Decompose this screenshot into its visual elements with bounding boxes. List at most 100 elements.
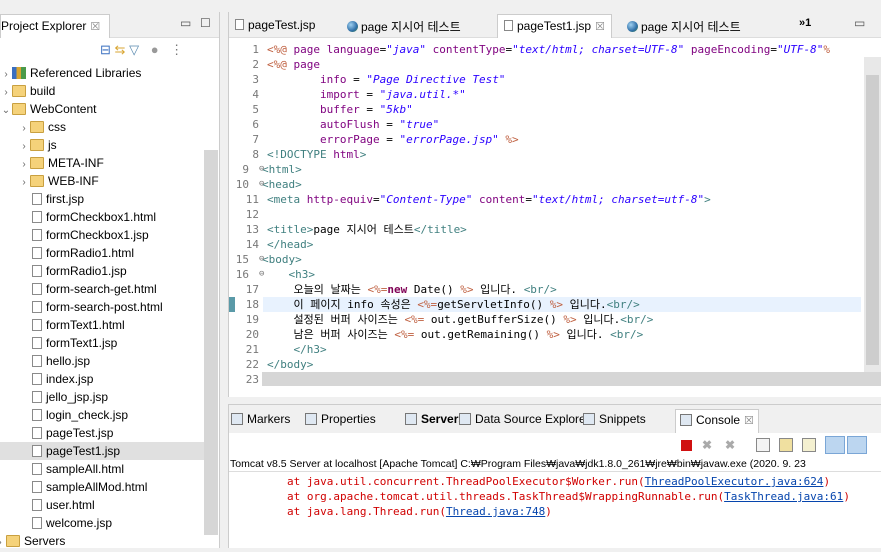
tree-item[interactable]: pageTest1.jsp bbox=[0, 442, 204, 460]
stack-trace-link[interactable]: Thread.java:748 bbox=[446, 505, 545, 518]
line-number: 1 bbox=[252, 43, 259, 56]
stack-trace-link[interactable]: ThreadPoolExecutor.java:624 bbox=[645, 475, 824, 488]
tab-overflow-button[interactable]: »1 bbox=[799, 17, 811, 29]
filter-icon[interactable]: ▽ bbox=[129, 42, 139, 57]
code-line: 20 남은 버퍼 사이즈는 <%= out.getRemaining() %> … bbox=[229, 327, 864, 342]
line-number: 13 bbox=[245, 223, 259, 236]
view-menu-icon[interactable]: ⋮ bbox=[170, 42, 183, 57]
console-line: at java.lang.Thread.run(Thread.java:748) bbox=[287, 504, 881, 519]
link-editor-icon[interactable]: ⇆ bbox=[115, 42, 126, 57]
tree-item[interactable]: formCheckbox1.jsp bbox=[0, 226, 204, 244]
stack-trace-link[interactable]: TaskThread.java:61 bbox=[724, 490, 843, 503]
tree-item[interactable]: › build bbox=[0, 82, 204, 100]
remove-all-icon[interactable]: ✖ bbox=[725, 438, 739, 452]
scroll-lock-icon[interactable] bbox=[779, 438, 793, 452]
code-text: <%@ page bbox=[263, 57, 861, 72]
tree-item[interactable]: sampleAllMod.html bbox=[0, 478, 204, 496]
tree-item[interactable]: formRadio1.html bbox=[0, 244, 204, 262]
tree-item[interactable]: formCheckbox1.html bbox=[0, 208, 204, 226]
collapse-all-icon[interactable]: ⊟ bbox=[100, 42, 111, 57]
tree-item[interactable]: › js bbox=[0, 136, 204, 154]
editor-horizontal-scrollbar[interactable] bbox=[262, 372, 881, 386]
tree-item-label: first.jsp bbox=[46, 192, 85, 206]
code-text: 남은 버퍼 사이즈는 <%= out.getRemaining() %> 입니다… bbox=[263, 327, 861, 342]
show-on-stdout-icon[interactable] bbox=[825, 436, 845, 454]
tree-item[interactable]: login_check.jsp bbox=[0, 406, 204, 424]
tab-project-explorer[interactable]: Project Explorer ☒ bbox=[0, 14, 110, 38]
console-text: at org.apache.tomcat.util.threads.TaskTh… bbox=[287, 490, 725, 503]
code-token: = bbox=[525, 193, 532, 206]
tree-item[interactable]: ⌄ WebContent bbox=[0, 100, 204, 118]
close-icon[interactable]: ☒ bbox=[90, 21, 100, 33]
tree-item[interactable]: › META-INF bbox=[0, 154, 204, 172]
tree-item[interactable]: user.html bbox=[0, 496, 204, 514]
maximize-icon[interactable]: ☐ bbox=[200, 16, 211, 30]
minimize-icon[interactable]: ▭ bbox=[180, 16, 191, 30]
tab-label: Project Explorer bbox=[1, 19, 87, 33]
tab-snippets[interactable]: Snippets bbox=[583, 409, 646, 433]
close-icon[interactable]: ☒ bbox=[595, 21, 605, 33]
code-token: <br/> bbox=[606, 298, 640, 311]
fold-toggle-icon[interactable]: ⊖ bbox=[259, 252, 264, 267]
tree-item[interactable]: › Referenced Libraries bbox=[0, 64, 204, 82]
tab-markers[interactable]: Markers bbox=[231, 409, 290, 433]
editor-tab[interactable]: page 지시어 테스트 bbox=[341, 14, 467, 38]
line-number: 10 bbox=[235, 178, 249, 191]
tree-item-label: formCheckbox1.html bbox=[46, 210, 157, 224]
tree-item[interactable]: index.jsp bbox=[0, 370, 204, 388]
editor-tab[interactable]: page 지시어 테스트 bbox=[621, 14, 747, 38]
tree-item[interactable]: formText1.html bbox=[0, 316, 204, 334]
tree-item-label: formText1.html bbox=[46, 318, 125, 332]
code-token: </title> bbox=[413, 223, 467, 236]
code-token: errorPage bbox=[267, 133, 380, 146]
clear-console-icon[interactable] bbox=[756, 438, 770, 452]
folder-icon bbox=[30, 121, 44, 133]
console-output[interactable]: at java.util.concurrent.ThreadPoolExecut… bbox=[229, 472, 881, 519]
fold-toggle-icon[interactable]: ⊖ bbox=[259, 177, 264, 192]
editor-tab-bar: »1 ▭ pageTest.jsp page 지시어 테스트 pageTest1.j… bbox=[229, 12, 881, 38]
tree-item[interactable]: › css bbox=[0, 118, 204, 136]
line-number: 23 bbox=[245, 373, 259, 386]
tree-item[interactable]: sampleAll.html bbox=[0, 460, 204, 478]
tab-servers[interactable]: Servers bbox=[405, 409, 465, 433]
close-icon[interactable]: ☒ bbox=[744, 415, 754, 427]
minimize-icon[interactable]: ▭ bbox=[854, 16, 865, 30]
show-on-stderr-icon[interactable] bbox=[847, 436, 867, 454]
tree-item[interactable]: jello_jsp.jsp bbox=[0, 388, 204, 406]
tree-item[interactable]: pageTest.jsp bbox=[0, 424, 204, 442]
explorer-scrollbar[interactable] bbox=[204, 150, 218, 535]
tree-item[interactable]: first.jsp bbox=[0, 190, 204, 208]
tree-item[interactable]: formText1.jsp bbox=[0, 334, 204, 352]
code-text: import = "java.util.*" bbox=[263, 87, 861, 102]
fold-toggle-icon[interactable]: ⊖ bbox=[259, 162, 264, 177]
editor-tab[interactable]: pageTest1.jsp ☒ bbox=[497, 14, 612, 38]
file-icon bbox=[32, 265, 42, 277]
tree-item[interactable]: form-search-get.html bbox=[0, 280, 204, 298]
code-text: buffer = "5kb" bbox=[263, 102, 861, 117]
code-token: <%= bbox=[404, 313, 425, 326]
tree-item[interactable]: welcome.jsp bbox=[0, 514, 204, 532]
folder-icon bbox=[12, 103, 26, 115]
project-tree: › Referenced Libraries › build ⌄ WebContent › c… bbox=[0, 64, 204, 550]
fold-toggle-icon[interactable]: ⊖ bbox=[259, 267, 264, 282]
terminate-icon[interactable] bbox=[681, 440, 692, 451]
line-number: 18 bbox=[229, 297, 263, 312]
focus-icon[interactable]: ● bbox=[151, 42, 159, 57]
tree-item[interactable]: ›Servers bbox=[0, 532, 204, 550]
tree-item[interactable]: › WEB-INF bbox=[0, 172, 204, 190]
tab-data-source-explorer[interactable]: Data Source Explorer bbox=[459, 409, 590, 433]
editor-vertical-scrollbar[interactable] bbox=[864, 57, 881, 372]
file-icon bbox=[32, 283, 42, 295]
remove-launch-icon[interactable]: ✖ bbox=[702, 438, 716, 452]
editor-tab[interactable]: pageTest.jsp bbox=[229, 14, 321, 38]
code-text: autoFlush = "true" bbox=[263, 117, 861, 132]
tree-item[interactable]: hello.jsp bbox=[0, 352, 204, 370]
word-wrap-icon[interactable] bbox=[802, 438, 816, 452]
code-area[interactable]: 1 <%@ page language="java" contentType="t… bbox=[229, 42, 864, 387]
code-line: 5 buffer = "5kb" bbox=[229, 102, 864, 117]
folder-icon bbox=[30, 157, 44, 169]
tree-item[interactable]: form-search-post.html bbox=[0, 298, 204, 316]
tree-item[interactable]: formRadio1.jsp bbox=[0, 262, 204, 280]
tab-properties[interactable]: Properties bbox=[305, 409, 376, 433]
tab-console[interactable]: Console ☒ bbox=[675, 409, 759, 433]
